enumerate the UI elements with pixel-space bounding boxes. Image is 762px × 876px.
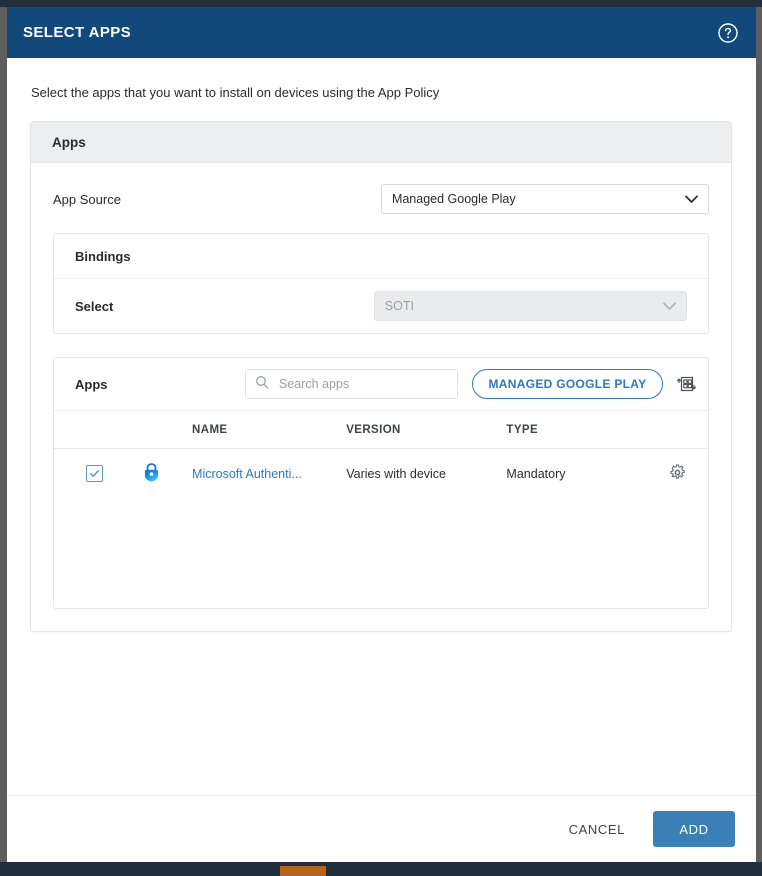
app-source-value: Managed Google Play <box>391 192 516 206</box>
window-top-chrome <box>0 0 762 7</box>
bindings-panel: Bindings Select SOTI <box>53 233 709 334</box>
row-settings-button[interactable] <box>648 449 709 499</box>
bindings-select-dropdown: SOTI <box>373 291 687 321</box>
icon-header <box>141 411 193 449</box>
chevron-down-icon <box>663 300 676 313</box>
app-source-select[interactable]: Managed Google Play <box>380 184 709 214</box>
search-input[interactable] <box>276 376 448 392</box>
apps-list-toolbar: Apps MANAGED GOOGLE PLAY <box>54 358 708 411</box>
table-row[interactable]: Microsoft Authenti... Varies with device… <box>54 449 708 499</box>
bindings-header: Bindings <box>54 234 708 279</box>
apps-panel: Apps App Source Managed Google Play Bind… <box>30 121 732 632</box>
row-checkbox-cell <box>54 449 142 499</box>
add-button[interactable]: ADD <box>653 811 735 847</box>
column-header-type: TYPE <box>506 411 648 449</box>
apps-panel-body: App Source Managed Google Play Bindings … <box>31 163 731 631</box>
row-checkbox[interactable] <box>86 465 103 482</box>
app-name-link[interactable]: Microsoft Authenti... <box>192 467 302 481</box>
chevron-down-icon <box>685 193 698 206</box>
app-source-row: App Source Managed Google Play <box>53 179 709 219</box>
microsoft-authenticator-icon <box>142 449 192 499</box>
column-header-version: VERSION <box>346 411 507 449</box>
dialog-instructions: Select the apps that you want to install… <box>31 85 440 100</box>
taskbar-active-item[interactable] <box>280 866 326 876</box>
dialog-title: SELECT APPS <box>23 24 132 41</box>
apps-panel-header: Apps <box>31 122 731 163</box>
taskbar-strip <box>0 862 762 876</box>
bindings-select-value: SOTI <box>384 299 414 313</box>
apps-table-header-row: NAME VERSION TYPE <box>54 411 708 449</box>
app-source-label: App Source <box>53 191 121 207</box>
select-all-header <box>54 411 142 449</box>
apps-table: NAME VERSION TYPE Microsoft Authenti... … <box>54 411 708 498</box>
bindings-select-row: Select SOTI <box>54 279 708 333</box>
dialog-footer: CANCEL ADD <box>7 795 756 862</box>
apps-list-title: Apps <box>75 376 108 392</box>
managed-google-play-button[interactable]: MANAGED GOOGLE PLAY <box>471 369 664 399</box>
help-circle-icon[interactable] <box>717 22 739 44</box>
column-header-name: NAME <box>192 411 347 449</box>
window-left-chrome <box>0 7 7 862</box>
apps-list-panel: Apps MANAGED GOOGLE PLAY <box>53 357 709 609</box>
bindings-select-label: Select <box>75 298 114 314</box>
cancel-button[interactable]: CANCEL <box>551 812 643 847</box>
dialog-header: SELECT APPS <box>7 7 756 58</box>
search-icon <box>255 375 269 394</box>
row-type: Mandatory <box>506 466 566 481</box>
search-apps-field[interactable] <box>244 369 458 399</box>
window-right-chrome <box>756 7 762 862</box>
column-header-actions <box>647 411 708 449</box>
row-version: Varies with device <box>346 466 447 481</box>
qr-scan-icon[interactable] <box>673 371 698 397</box>
row-app-name-cell: Microsoft Authenti... <box>192 449 346 499</box>
dialog-body: Select the apps that you want to install… <box>7 58 756 795</box>
select-apps-dialog: SELECT APPS Select the apps that you wan… <box>7 7 756 862</box>
